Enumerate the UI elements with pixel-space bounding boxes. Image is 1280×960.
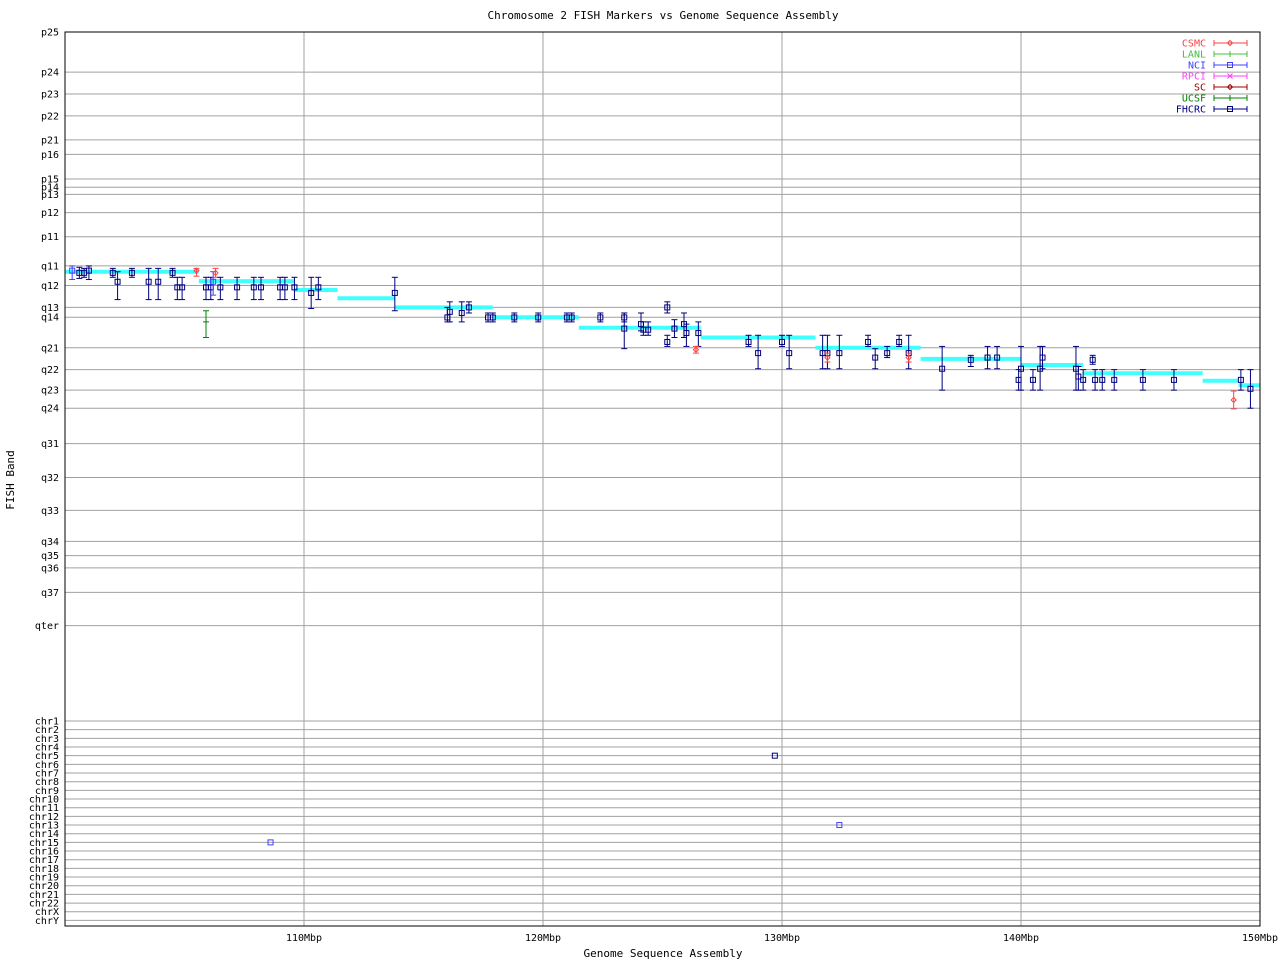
marker-point — [836, 334, 843, 370]
legend-label: NCI — [1188, 61, 1206, 72]
band-label: p25 — [41, 28, 59, 39]
marker-point — [511, 312, 518, 323]
marker-point — [535, 312, 542, 323]
band-label: q14 — [41, 313, 59, 324]
band-label: p22 — [41, 111, 59, 122]
band-label: p21 — [41, 135, 59, 146]
band-label: p24 — [41, 68, 59, 79]
band-label: q35 — [41, 551, 59, 562]
marker-point — [755, 334, 762, 370]
marker-point — [865, 334, 872, 347]
marker-point — [872, 348, 879, 370]
marker-point — [824, 334, 831, 370]
marker-point — [786, 334, 793, 370]
chromosome-label: chrY — [35, 916, 59, 927]
marker-point — [967, 354, 974, 367]
x-tick-label: 120Mbp — [525, 933, 561, 944]
marker-point — [695, 321, 702, 347]
legend-label: RPCI — [1182, 72, 1206, 83]
marker-point — [645, 321, 652, 336]
x-tick-labels: 110Mbp 120Mbp 130Mbp 140Mbp 150Mbp — [286, 933, 1278, 944]
x-tick-label: 150Mbp — [1242, 933, 1278, 944]
marker-point — [939, 345, 946, 391]
x-tick-label: 140Mbp — [1003, 933, 1039, 944]
legend-label: UCSF — [1182, 94, 1206, 105]
x-tick-label: 130Mbp — [764, 933, 800, 944]
band-segments — [65, 269, 1260, 388]
marker-point — [984, 345, 991, 370]
band-label: q23 — [41, 386, 59, 397]
legend-label: CSMC — [1182, 39, 1206, 50]
marker-point — [896, 334, 903, 347]
marker-point — [1089, 354, 1096, 365]
band-label: q31 — [41, 439, 59, 450]
legend-label: LANL — [1182, 50, 1206, 61]
marker-point — [489, 312, 496, 323]
marker-point — [664, 301, 671, 314]
band-label: p11 — [41, 232, 59, 243]
plot-frame — [64, 31, 1261, 927]
marker-point — [169, 267, 176, 278]
marker-point — [568, 312, 575, 323]
band-label: p16 — [41, 150, 59, 161]
band-label: q12 — [41, 281, 59, 292]
marker-point — [109, 267, 116, 278]
band-tick-labels: p25p24p23p22p21p16p15p14p13p12p11q11q12q… — [35, 28, 59, 633]
band-label: q36 — [41, 563, 59, 574]
marker-point — [465, 301, 472, 314]
marker-point — [1029, 369, 1036, 391]
marker-point — [128, 267, 135, 278]
y-axis-label: FISH Band — [4, 450, 17, 510]
x-tick-label: 110Mbp — [286, 933, 322, 944]
marker-point — [1247, 369, 1254, 409]
band-label: q33 — [41, 506, 59, 517]
marker-point — [203, 310, 210, 339]
grid — [65, 31, 1261, 926]
marker-point — [458, 301, 465, 323]
marker-point — [315, 276, 322, 301]
band-label: q32 — [41, 473, 59, 484]
band-label: q37 — [41, 588, 59, 599]
marker-point — [69, 265, 76, 281]
band-label: qter — [35, 621, 59, 632]
fish-marker-chart: Chromosome 2 FISH Markers vs Genome Sequ… — [4, 9, 1278, 960]
band-label: q21 — [41, 343, 59, 354]
band-label: p23 — [41, 89, 59, 100]
band-label: q22 — [41, 365, 59, 376]
marker-plus — [1227, 95, 1233, 101]
band-label: q34 — [41, 537, 59, 548]
marker-point — [994, 345, 1001, 370]
marker-point — [905, 334, 912, 370]
chromosome-tick-labels: chr1chr2chr3chr4chr5chr6chr7chr8chr9chr1… — [29, 717, 59, 927]
marker-point — [1230, 390, 1237, 410]
marker-point — [179, 276, 186, 301]
band-label: p13 — [41, 190, 59, 201]
marker-point — [308, 276, 315, 310]
band-label: q24 — [41, 404, 59, 415]
marker-point — [671, 319, 678, 339]
band-label: q11 — [41, 261, 59, 272]
x-axis-label: Genome Sequence Assembly — [584, 947, 743, 960]
legend-label: FHCRC — [1176, 105, 1206, 116]
marker-plus — [203, 318, 210, 325]
marker-point — [664, 334, 671, 347]
legend-label: SC — [1194, 83, 1206, 94]
chart-title: Chromosome 2 FISH Markers vs Genome Sequ… — [488, 9, 839, 22]
legend: CSMCLANLNCIRPCISCUCSFFHCRC — [1176, 39, 1248, 116]
band-label: p12 — [41, 208, 59, 219]
marker-point — [597, 312, 604, 323]
marker-plus — [1227, 51, 1233, 57]
